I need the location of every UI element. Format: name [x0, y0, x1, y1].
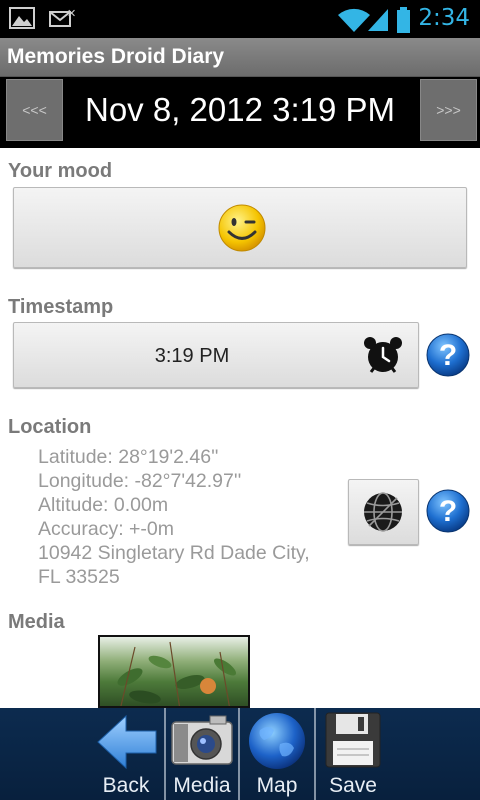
media-button[interactable]: Media [166, 708, 238, 800]
alarm-clock-icon [364, 337, 402, 373]
plant-photo-image [117, 641, 237, 706]
status-bar: ✕ 2:34 [0, 0, 480, 38]
svg-text:?: ? [439, 495, 457, 528]
timestamp-value: 3:19 PM [154, 345, 230, 367]
clock: 2:34 [418, 5, 470, 31]
signal-icon [368, 9, 388, 31]
media-tab-label: Media [173, 774, 231, 797]
media-thumbnail[interactable] [98, 635, 250, 708]
address-line-1: 10942 Singletary Rd Dade City, [38, 542, 310, 564]
location-button[interactable] [348, 479, 419, 545]
latitude-text: Latitude: 28°19'2.46'' [38, 446, 219, 468]
mood-label: Your mood [8, 160, 113, 182]
back-arrow-icon [97, 714, 157, 770]
timestamp-help-icon[interactable]: ? [426, 333, 470, 377]
floppy-disk-icon [325, 712, 381, 768]
missed-call-icon: ✕ [49, 7, 76, 27]
longitude-text: Longitude: -82°7'42.97'' [38, 470, 242, 492]
timestamp-label: Timestamp [8, 296, 114, 318]
bottom-toolbar: Back Media Map Save [0, 708, 480, 800]
date-header: <<< Nov 8, 2012 3:19 PM >>> [0, 77, 480, 148]
save-button[interactable]: Save [316, 708, 390, 800]
map-button[interactable]: Map [240, 708, 314, 800]
altitude-text: Altitude: 0.00m [38, 494, 169, 516]
previous-entry-button[interactable]: <<< [6, 79, 63, 141]
entry-date[interactable]: Nov 8, 2012 3:19 PM [60, 91, 420, 129]
back-label: Back [102, 774, 150, 797]
accuracy-text: Accuracy: +-0m [38, 518, 174, 540]
picture-icon [9, 7, 35, 29]
back-button[interactable]: Back [88, 708, 164, 800]
svg-text:✕: ✕ [67, 7, 76, 20]
globe-icon [364, 492, 402, 532]
address-line-2: FL 33525 [38, 566, 120, 588]
wink-smiley-icon [218, 204, 266, 252]
save-label: Save [329, 774, 377, 797]
next-entry-button[interactable]: >>> [420, 79, 477, 141]
app-title: Memories Droid Diary [7, 45, 225, 68]
media-label: Media [8, 611, 65, 633]
camera-icon [171, 715, 233, 765]
location-label: Location [8, 416, 92, 438]
mood-button[interactable] [13, 187, 467, 268]
svg-text:?: ? [439, 339, 457, 372]
map-label: Map [256, 774, 298, 797]
location-help-icon[interactable]: ? [426, 489, 470, 533]
timestamp-button[interactable]: 3:19 PM [13, 322, 419, 388]
title-bar: Memories Droid Diary [0, 38, 480, 77]
battery-icon [397, 7, 410, 33]
earth-icon [249, 713, 305, 769]
